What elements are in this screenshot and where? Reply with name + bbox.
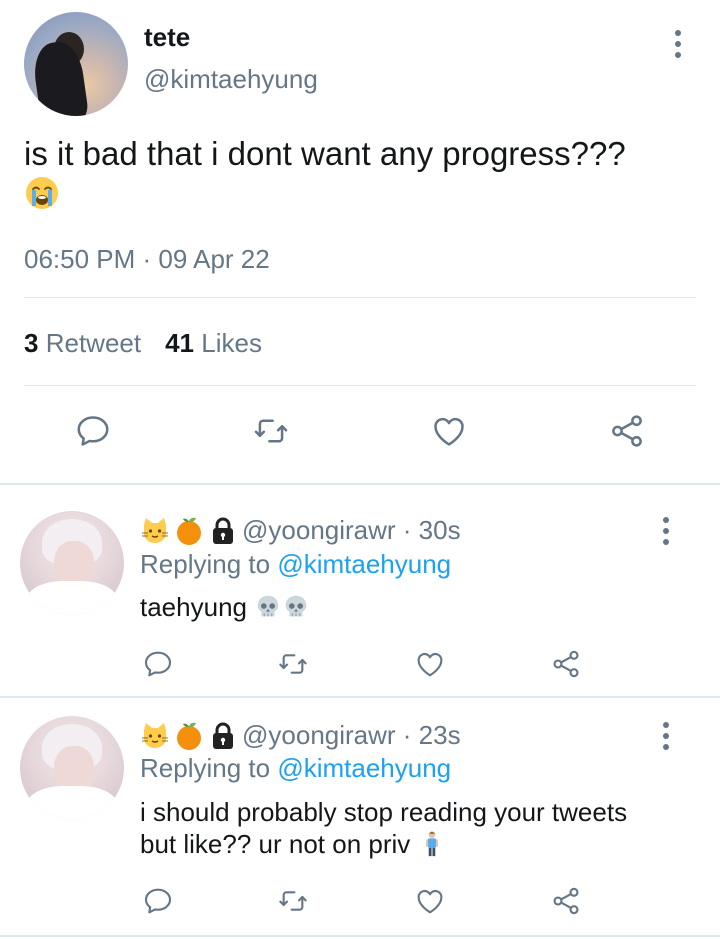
replying-to: Replying to @kimtaehyung bbox=[140, 753, 452, 783]
reply-more-button[interactable] bbox=[658, 722, 674, 750]
retweet-stat[interactable]: 3 Retweet bbox=[24, 328, 141, 359]
tweet-text: is it bad that i dont want any progress?… bbox=[24, 134, 704, 214]
tweet-actions bbox=[0, 410, 720, 460]
reply-text: i should probably stop reading your twee… bbox=[140, 797, 628, 859]
more-options-button[interactable] bbox=[668, 30, 688, 60]
likes-stat[interactable]: 41 Likes bbox=[165, 328, 262, 359]
like-icon bbox=[414, 648, 446, 680]
reply-tweet[interactable]: @yoongirawr · 23s Replying to @kimtaehyu… bbox=[0, 698, 720, 939]
share-button[interactable] bbox=[606, 410, 648, 452]
main-tweet: tete @kimtaehyung is it bad that i dont … bbox=[0, 0, 720, 483]
retweet-button[interactable] bbox=[250, 410, 292, 452]
reply-button[interactable] bbox=[137, 643, 179, 685]
retweet-icon bbox=[252, 412, 290, 450]
replying-to-link[interactable]: @kimtaehyung bbox=[277, 753, 451, 783]
share-button[interactable] bbox=[545, 880, 587, 922]
retweet-icon bbox=[277, 648, 309, 680]
tweet-body: is it bad that i dont want any progress?… bbox=[24, 135, 626, 172]
retweet-button[interactable] bbox=[272, 880, 314, 922]
tangerine-icon bbox=[174, 516, 204, 546]
share-icon bbox=[550, 885, 582, 917]
like-button[interactable] bbox=[409, 880, 451, 922]
reply-icon bbox=[142, 648, 174, 680]
section-separator bbox=[0, 935, 720, 937]
share-icon bbox=[550, 648, 582, 680]
reply-avatar[interactable] bbox=[20, 716, 124, 820]
reply-handle-time[interactable]: @yoongirawr · 30s bbox=[242, 515, 461, 546]
like-icon bbox=[430, 412, 468, 450]
like-button[interactable] bbox=[409, 643, 451, 685]
reply-handle-time[interactable]: @yoongirawr · 23s bbox=[242, 720, 461, 751]
cat-face-icon bbox=[140, 721, 170, 751]
reply-text: taehyung bbox=[140, 591, 310, 623]
tweet-stats: 3 Retweet 41 Likes bbox=[24, 328, 262, 359]
reply-header: @yoongirawr · 30s bbox=[140, 515, 461, 546]
skull-icon bbox=[254, 593, 282, 621]
tweet-timestamp: 06:50 PM · 09 Apr 22 bbox=[24, 244, 270, 274]
reply-button[interactable] bbox=[137, 880, 179, 922]
like-icon bbox=[414, 885, 446, 917]
share-button[interactable] bbox=[545, 643, 587, 685]
reply-icon bbox=[74, 412, 112, 450]
cat-face-icon bbox=[140, 516, 170, 546]
display-name[interactable]: tete bbox=[144, 22, 190, 53]
reply-more-button[interactable] bbox=[658, 517, 674, 545]
more-vertical-icon bbox=[658, 517, 674, 545]
divider bbox=[24, 297, 696, 298]
reply-tweet[interactable]: @yoongirawr · 30s Replying to @kimtaehyu… bbox=[0, 485, 720, 695]
share-icon bbox=[608, 412, 646, 450]
skull-icon bbox=[282, 593, 310, 621]
reply-icon bbox=[142, 885, 174, 917]
retweet-icon bbox=[277, 885, 309, 917]
profile-avatar[interactable] bbox=[24, 12, 128, 116]
retweet-button[interactable] bbox=[272, 643, 314, 685]
lock-icon bbox=[208, 516, 238, 546]
replying-to-link[interactable]: @kimtaehyung bbox=[277, 549, 451, 579]
tangerine-icon bbox=[174, 721, 204, 751]
more-vertical-icon bbox=[668, 30, 688, 58]
user-handle[interactable]: @kimtaehyung bbox=[144, 64, 318, 95]
reply-avatar[interactable] bbox=[20, 511, 124, 615]
man-standing-icon bbox=[418, 830, 446, 858]
reply-button[interactable] bbox=[72, 410, 114, 452]
crying-face-icon bbox=[24, 175, 60, 211]
divider bbox=[24, 385, 696, 386]
reply-header: @yoongirawr · 23s bbox=[140, 720, 461, 751]
replying-to: Replying to @kimtaehyung bbox=[140, 549, 452, 579]
more-vertical-icon bbox=[658, 722, 674, 750]
lock-icon bbox=[208, 721, 238, 751]
like-button[interactable] bbox=[428, 410, 470, 452]
